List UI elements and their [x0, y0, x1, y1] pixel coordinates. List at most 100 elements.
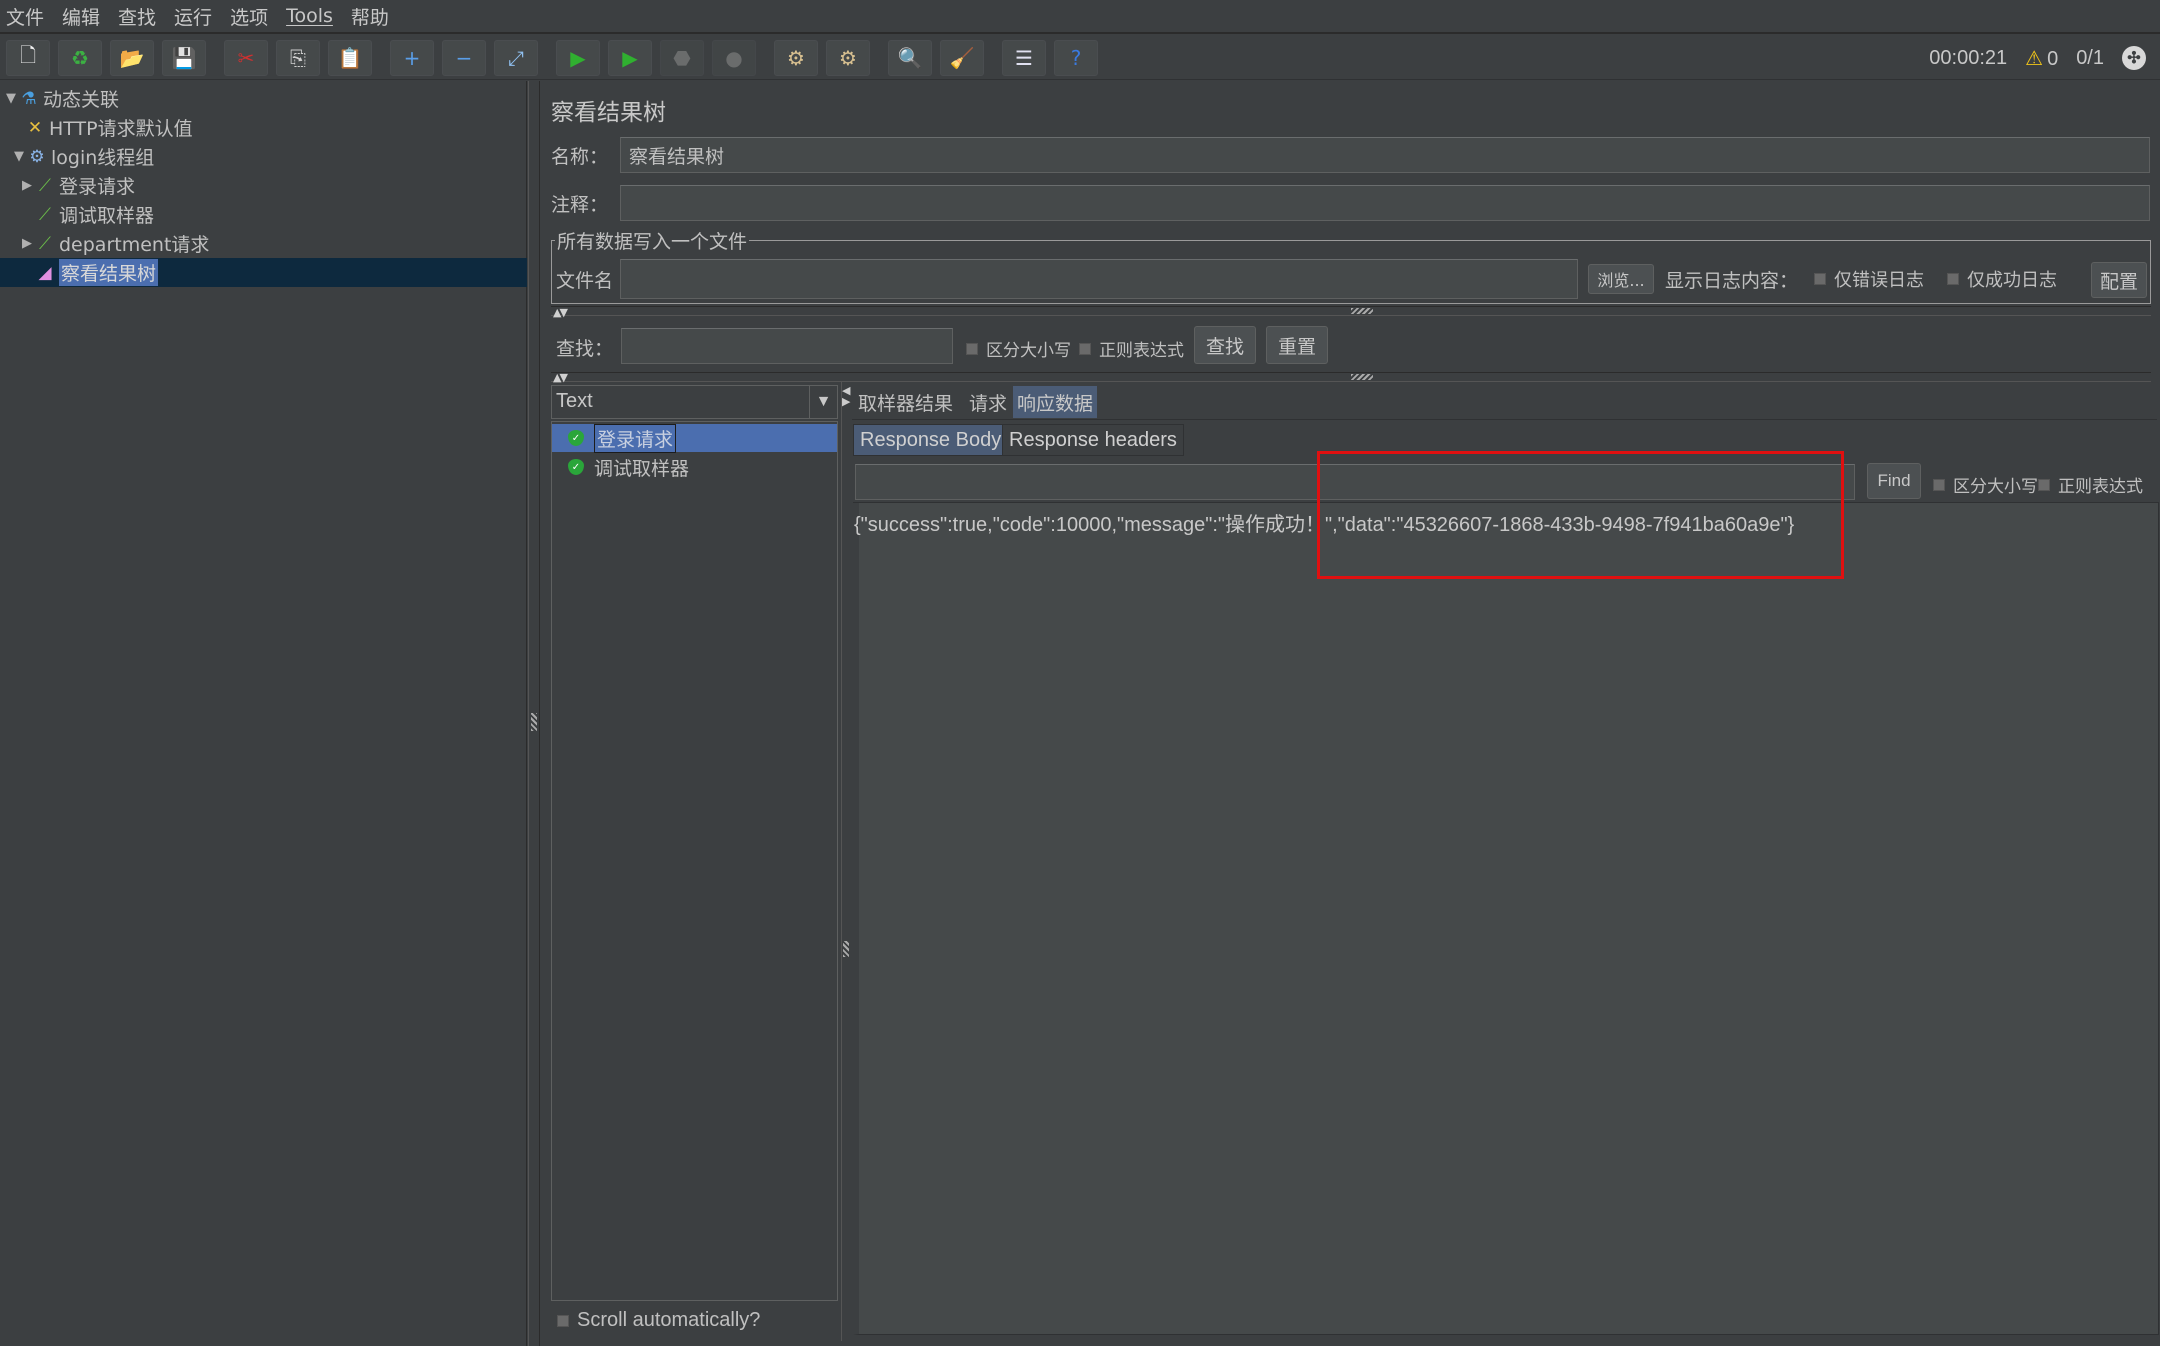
search-input[interactable] [621, 328, 953, 364]
clear-all-button[interactable]: ⚙ [826, 40, 870, 76]
comment-field[interactable] [620, 185, 2150, 221]
start-no-pause-button[interactable]: ▶ [608, 40, 652, 76]
tree-item-label: department请求 [59, 234, 210, 256]
tab-request[interactable]: 请求 [965, 386, 1012, 418]
success-only-checkbox[interactable]: 仅成功日志 [1947, 266, 2057, 292]
help-button[interactable]: ? [1054, 40, 1098, 76]
paste-icon: 📋 [337, 46, 363, 70]
view-results-tree-panel: 察看结果树 名称： 察看结果树 注释： 所有数据写入一个文件 文件名 浏览...… [541, 81, 2160, 1346]
search-label: 查找： [556, 338, 614, 360]
tree-item-department-request[interactable]: ▶ ⟋ department请求 [20, 229, 209, 258]
tree-item-login-request[interactable]: ▶ ⟋ 登录请求 [20, 171, 135, 200]
expand-button[interactable]: + [390, 40, 434, 76]
collapse-button[interactable]: − [442, 40, 486, 76]
case-sensitive-checkbox[interactable]: 区分大小写 [966, 336, 1071, 361]
open-icon: 📂 [119, 46, 145, 70]
tree-item-label: HTTP请求默认值 [49, 118, 193, 140]
collapse-toggle-icon[interactable]: ▶ [20, 178, 34, 193]
scroll-automatically-checkbox[interactable]: Scroll automatically? [557, 1309, 760, 1332]
menu-options[interactable]: 选项 [230, 3, 268, 30]
checkbox-box [1947, 273, 1959, 285]
result-item-login-request[interactable]: ✓ 登录请求 [552, 423, 837, 453]
tab-sampler-result[interactable]: 取样器结果 [854, 386, 958, 418]
cut-icon: ✂ [237, 46, 255, 70]
menu-file[interactable]: 文件 [6, 3, 44, 30]
tree-item-view-results-tree[interactable]: ◢ 察看结果树 [0, 258, 527, 287]
response-regex-checkbox[interactable]: 正则表达式 [2038, 472, 2143, 497]
copy-button[interactable]: ⎘ [276, 40, 320, 76]
splitter-arrows-icon[interactable]: ◀ ▶ [842, 385, 850, 407]
templates-button[interactable]: ♻ [58, 40, 102, 76]
checkbox-box [1814, 273, 1826, 285]
reset-button[interactable]: 重置 [1266, 326, 1328, 364]
write-to-file-title: 所有数据写入一个文件 [555, 227, 750, 254]
warning-indicator[interactable]: ⚠ 0 [2025, 46, 2058, 71]
save-button[interactable]: 💾 [162, 40, 206, 76]
open-button[interactable]: 📂 [110, 40, 154, 76]
inner-vertical-splitter[interactable]: ◀ ▶ [841, 381, 851, 1341]
tree-item-test-plan[interactable]: ▼ ⚗ 动态关联 [4, 84, 119, 113]
highlight-annotation-box [1317, 451, 1844, 579]
clear-button[interactable]: ⚙ [774, 40, 818, 76]
expand-toggle-icon[interactable]: ▼ [4, 91, 18, 106]
vertical-splitter[interactable] [528, 81, 540, 1346]
result-item-label: 登录请求 [594, 423, 677, 453]
response-regex-label: 正则表达式 [2058, 477, 2143, 497]
start-button[interactable]: ▶ [556, 40, 600, 76]
collapse-toggle-icon[interactable]: ▶ [20, 236, 34, 251]
filename-field[interactable] [620, 259, 1578, 299]
search-button[interactable]: 🔍 [888, 40, 932, 76]
expand-toggle-icon[interactable]: ▼ [12, 149, 26, 164]
splitter-arrows-icon[interactable]: ▲▼ [553, 306, 568, 319]
sample-result-list: ✓ 登录请求 ✓ 调试取样器 [551, 421, 838, 1301]
menu-search[interactable]: 查找 [118, 3, 156, 30]
sampler-icon: ⟋ [39, 204, 51, 225]
reset-search-icon: 🧹 [949, 46, 975, 70]
find-button[interactable]: 查找 [1194, 326, 1256, 364]
shutdown-icon: ● [725, 46, 743, 70]
success-only-label: 仅成功日志 [1967, 270, 2057, 291]
save-icon: 💾 [171, 46, 197, 70]
tree-item-http-defaults[interactable]: ✕ HTTP请求默认值 [24, 113, 193, 142]
tree-item-debug-sampler[interactable]: ⟋ 调试取样器 [34, 200, 154, 229]
shutdown-button[interactable]: ● [712, 40, 756, 76]
function-helper-button[interactable]: ☰ [1002, 40, 1046, 76]
thread-group-icon: ⚙ [29, 146, 45, 167]
chevron-down-icon[interactable]: ▼ [809, 386, 837, 418]
reset-search-button[interactable]: 🧹 [940, 40, 984, 76]
menu-edit[interactable]: 编辑 [62, 3, 100, 30]
sampler-icon: ⟋ [39, 233, 51, 254]
paste-button[interactable]: 📋 [328, 40, 372, 76]
tree-item-thread-group[interactable]: ▼ ⚙ login线程组 [12, 142, 154, 171]
menu-run[interactable]: 运行 [174, 3, 212, 30]
sampler-icon: ⟋ [39, 175, 51, 196]
remote-status-icon[interactable]: ✣ [2122, 46, 2146, 70]
cut-button[interactable]: ✂ [224, 40, 268, 76]
new-button[interactable]: 🗋 [6, 40, 50, 76]
response-case-sensitive-checkbox[interactable]: 区分大小写 [1933, 472, 2038, 497]
response-find-button[interactable]: Find [1867, 463, 1921, 499]
configure-button[interactable]: 配置 [2091, 262, 2147, 298]
browse-button[interactable]: 浏览... [1588, 264, 1654, 294]
regex-checkbox[interactable]: 正则表达式 [1079, 336, 1184, 361]
result-item-debug-sampler[interactable]: ✓ 调试取样器 [552, 453, 837, 481]
toggle-button[interactable]: ⤢ [494, 40, 538, 76]
menu-help[interactable]: 帮助 [351, 3, 389, 30]
splitter-arrows-icon[interactable]: ▲▼ [553, 371, 568, 384]
checkbox-box [1933, 478, 1945, 491]
result-item-label: 调试取样器 [594, 457, 690, 480]
name-field[interactable]: 察看结果树 [620, 137, 2150, 173]
errors-only-checkbox[interactable]: 仅错误日志 [1814, 266, 1924, 292]
warning-count: 0 [2047, 47, 2059, 70]
menu-tools[interactable]: Tools [286, 5, 333, 27]
renderer-select[interactable]: Text ▼ [551, 385, 838, 419]
stop-button[interactable]: ⬣ [660, 40, 704, 76]
collapse-icon: − [455, 46, 473, 70]
config-tool-icon: ✕ [27, 117, 43, 138]
checkbox-box [2038, 478, 2050, 491]
tab-response-data[interactable]: 响应数据 [1013, 386, 1098, 418]
checkbox-box [966, 342, 978, 355]
tab-response-body[interactable]: Response Body [853, 424, 1009, 456]
elapsed-time: 00:00:21 [1929, 46, 2008, 69]
tab-response-headers[interactable]: Response headers [1002, 424, 1184, 456]
